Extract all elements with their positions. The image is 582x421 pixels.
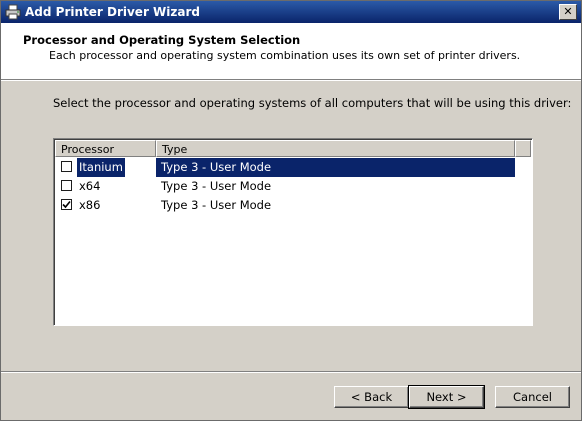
type-label: Type 3 - User Mode	[161, 198, 272, 212]
checkbox-x64[interactable]	[61, 180, 72, 191]
checkmark-icon	[62, 200, 71, 209]
close-button[interactable]: ✕	[559, 4, 577, 20]
column-header-filler	[515, 140, 531, 157]
cancel-button[interactable]: Cancel	[495, 386, 570, 408]
page-title: Processor and Operating System Selection	[23, 33, 301, 47]
list-row-x86[interactable]: x86 Type 3 - User Mode	[55, 196, 515, 215]
back-button[interactable]: < Back	[334, 386, 409, 408]
processor-list[interactable]: Processor Type Itanium Type 3 - User Mod…	[53, 138, 533, 326]
instruction-text: Select the processor and operating syste…	[53, 96, 572, 110]
printer-icon	[5, 4, 21, 20]
next-button[interactable]: Next >	[408, 385, 485, 409]
column-header-type[interactable]: Type	[156, 140, 515, 157]
processor-label: x64	[79, 179, 101, 193]
footer-divider-highlight	[1, 372, 581, 373]
column-header-processor[interactable]: Processor	[55, 140, 156, 157]
page-subtitle: Each processor and operating system comb…	[49, 49, 521, 62]
list-header: Processor Type	[55, 140, 531, 157]
type-label: Type 3 - User Mode	[161, 179, 272, 193]
checkbox-x86[interactable]	[61, 199, 72, 210]
type-label: Type 3 - User Mode	[156, 158, 515, 177]
processor-label: Itanium	[77, 158, 125, 177]
list-row-x64[interactable]: x64 Type 3 - User Mode	[55, 177, 515, 196]
checkbox-itanium[interactable]	[61, 161, 72, 172]
processor-label: x86	[79, 198, 101, 212]
header-panel: Processor and Operating System Selection…	[1, 23, 581, 80]
window-title: Add Printer Driver Wizard	[25, 5, 200, 19]
header-divider	[1, 80, 581, 81]
wizard-window: Add Printer Driver Wizard ✕ Processor an…	[0, 0, 582, 421]
title-bar[interactable]: Add Printer Driver Wizard ✕	[1, 1, 581, 23]
list-row-itanium[interactable]: Itanium Type 3 - User Mode	[55, 158, 515, 177]
